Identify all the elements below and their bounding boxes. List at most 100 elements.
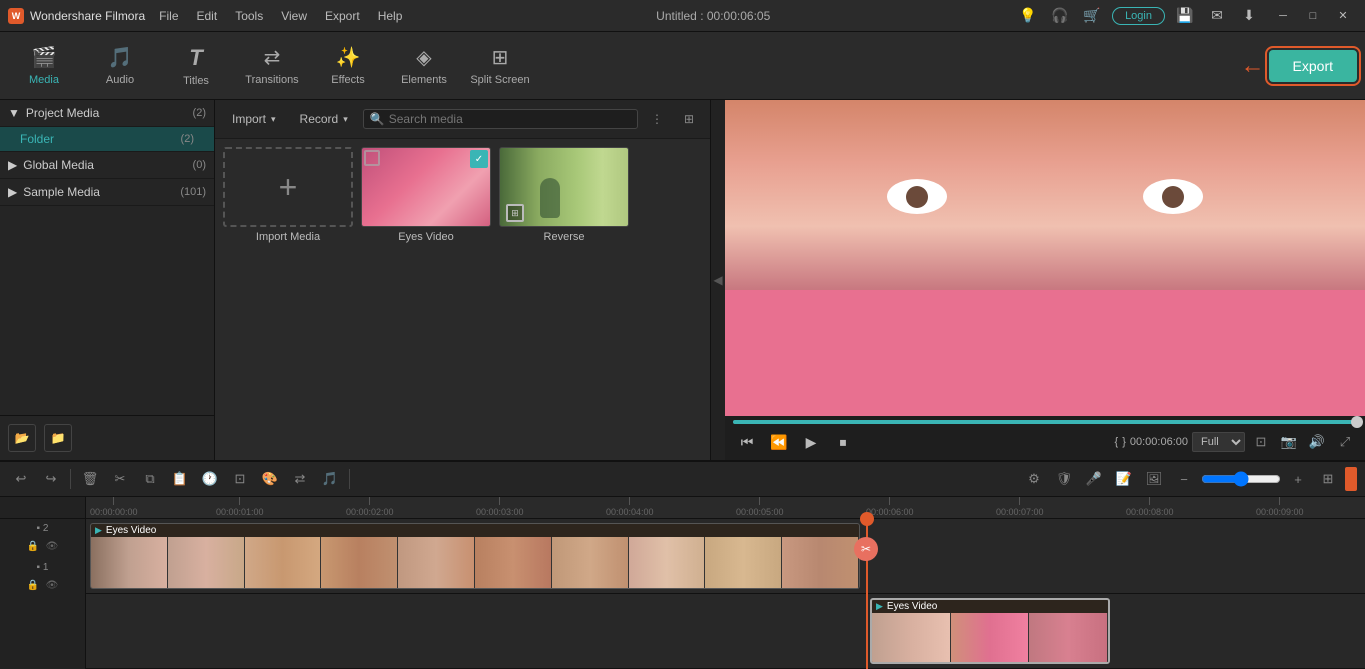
mail-icon[interactable]: ✉: [1205, 4, 1229, 28]
menu-tools[interactable]: Tools: [227, 7, 271, 25]
zoom-slider[interactable]: [1201, 471, 1281, 487]
media-icon: 🎬: [32, 45, 57, 70]
track-1-icons: 🔒 👁: [25, 577, 60, 593]
sample-media-count: (101): [180, 186, 206, 198]
search-input[interactable]: [389, 112, 631, 126]
transition-btn[interactable]: ⇄: [287, 466, 313, 492]
track-2-eye[interactable]: 👁: [44, 538, 60, 554]
paste-button[interactable]: 📋: [167, 466, 193, 492]
zoom-select[interactable]: Full 50% 75%: [1192, 432, 1245, 452]
toolbar-elements[interactable]: ◈ Elements: [388, 36, 460, 96]
track-1-lock[interactable]: 🔒: [25, 577, 41, 593]
image-icon[interactable]: 🖼: [1141, 466, 1167, 492]
maximize-button[interactable]: □: [1299, 2, 1327, 30]
screen-size-icon[interactable]: ⊡: [1249, 430, 1273, 454]
track-2-lock[interactable]: 🔒: [25, 538, 41, 554]
cut-button[interactable]: ✂: [107, 466, 133, 492]
menu-view[interactable]: View: [273, 7, 315, 25]
splitscreen-icon: ⊞: [492, 45, 509, 70]
headset-icon[interactable]: 🎧: [1048, 4, 1072, 28]
reverse-thumb-icon: ⊞: [506, 204, 524, 222]
clip-eyes-video-2[interactable]: ▶ Eyes Video: [870, 598, 1110, 664]
close-button[interactable]: ✕: [1329, 2, 1357, 30]
save-icon[interactable]: 💾: [1173, 4, 1197, 28]
clip-play-icon-2: ▶: [876, 601, 883, 612]
rewind-button[interactable]: ⏮: [733, 428, 761, 456]
screenshot-icon[interactable]: 📷: [1277, 430, 1301, 454]
delete-button[interactable]: 🗑: [77, 466, 103, 492]
ruler-0: 00:00:00:00: [90, 497, 138, 517]
menu-edit[interactable]: Edit: [189, 7, 226, 25]
timeline-track-labels: ▪ 2 🔒 👁 ▪ 1 🔒 👁: [0, 497, 86, 669]
preview-panel: ⏮ ⏪ ▶ ⏹ { } 00:00:06:00 Full 50% 75% ⊡ 📷…: [725, 100, 1365, 460]
toolbar-titles[interactable]: T Titles: [160, 36, 232, 96]
ruler-tick-7: [1019, 497, 1020, 505]
track-1-eye[interactable]: 👁: [44, 577, 60, 593]
import-media-item[interactable]: + Import Media: [223, 147, 353, 243]
clip-eyes-video-1[interactable]: ▶ Eyes Video: [90, 523, 860, 589]
undo-button[interactable]: ↩: [8, 466, 34, 492]
sidebar-item-global-media[interactable]: ▶ Global Media (0): [0, 152, 214, 179]
settings-icon[interactable]: ⚙: [1021, 466, 1047, 492]
grid-icon[interactable]: ⊞: [676, 106, 702, 132]
titlebar-left: W Wondershare Filmora File Edit Tools Vi…: [8, 7, 410, 25]
right-pupil: [1162, 186, 1184, 208]
collapse-handle[interactable]: ◀: [711, 100, 725, 460]
ruler-8: 00:00:08:00: [1126, 497, 1174, 517]
shield-icon[interactable]: 🛡: [1051, 466, 1077, 492]
titlebar: W Wondershare Filmora File Edit Tools Vi…: [0, 0, 1365, 32]
reverse-item[interactable]: ⊞ Reverse: [499, 147, 629, 243]
import-label: Import: [232, 112, 266, 126]
fullscreen-icon[interactable]: ⤢: [1333, 430, 1357, 454]
sidebar-item-project-media[interactable]: ▼ Project Media (2): [0, 100, 214, 127]
copy-button[interactable]: ⧉: [137, 466, 163, 492]
add-folder-button[interactable]: 📂: [8, 424, 36, 452]
redo-button[interactable]: ↪: [38, 466, 64, 492]
crop-button[interactable]: ⊡: [227, 466, 253, 492]
download-icon[interactable]: ⬇: [1237, 4, 1261, 28]
thumb-corner-icon: [364, 150, 380, 166]
media-toolbar: Import ▾ Record ▾ 🔍 ⋮ ⊞: [215, 100, 710, 139]
import-button[interactable]: Import ▾: [223, 108, 285, 130]
ruler-tick-1: [239, 497, 240, 505]
toolbar-effects[interactable]: ✨ Effects: [312, 36, 384, 96]
minimize-button[interactable]: ─: [1269, 2, 1297, 30]
volume-icon[interactable]: 🔊: [1305, 430, 1329, 454]
play-button[interactable]: ▶: [797, 428, 825, 456]
zoom-out-btn[interactable]: −: [1171, 466, 1197, 492]
face-visual: [725, 100, 1365, 416]
eyes-video-item[interactable]: ✓ Eyes Video: [361, 147, 491, 243]
toolbar-transitions[interactable]: ⇄ Transitions: [236, 36, 308, 96]
filter-icon[interactable]: ⋮: [644, 106, 670, 132]
toolbar-splitscreen[interactable]: ⊞ Split Screen: [464, 36, 536, 96]
new-folder-button[interactable]: 📁: [44, 424, 72, 452]
sidebar-item-sample-media[interactable]: ▶ Sample Media (101): [0, 179, 214, 206]
step-back-button[interactable]: ⏪: [765, 428, 793, 456]
caption-icon[interactable]: 📝: [1111, 466, 1137, 492]
record-button[interactable]: Record ▾: [291, 108, 357, 130]
track-2-row: ▶ Eyes Video: [86, 519, 1365, 594]
color-button[interactable]: 🎨: [257, 466, 283, 492]
history-button[interactable]: 🕐: [197, 466, 223, 492]
zoom-in-btn[interactable]: +: [1285, 466, 1311, 492]
menu-help[interactable]: Help: [370, 7, 411, 25]
figure-silhouette: [540, 178, 560, 218]
ruler-2: 00:00:02:00: [346, 497, 394, 517]
sidebar-item-folder[interactable]: Folder (2): [0, 127, 214, 152]
toolbar-media[interactable]: 🎬 Media: [8, 36, 80, 96]
mic-icon[interactable]: 🎤: [1081, 466, 1107, 492]
audio-btn[interactable]: 🎵: [317, 466, 343, 492]
preview-timeline-bar[interactable]: [733, 420, 1357, 424]
fit-timeline-btn[interactable]: ⊞: [1315, 466, 1341, 492]
menu-export[interactable]: Export: [317, 7, 368, 25]
import-thumb[interactable]: +: [223, 147, 353, 227]
login-button[interactable]: Login: [1112, 7, 1165, 25]
bulb-icon[interactable]: 💡: [1016, 4, 1040, 28]
frame-5: [398, 537, 475, 588]
cart-icon[interactable]: 🛒: [1080, 4, 1104, 28]
ruler-label-4: 00:00:04:00: [606, 507, 654, 517]
menu-file[interactable]: File: [151, 7, 186, 25]
stop-button[interactable]: ⏹: [829, 428, 857, 456]
toolbar-audio[interactable]: 🎵 Audio: [84, 36, 156, 96]
export-button[interactable]: Export: [1269, 50, 1357, 82]
